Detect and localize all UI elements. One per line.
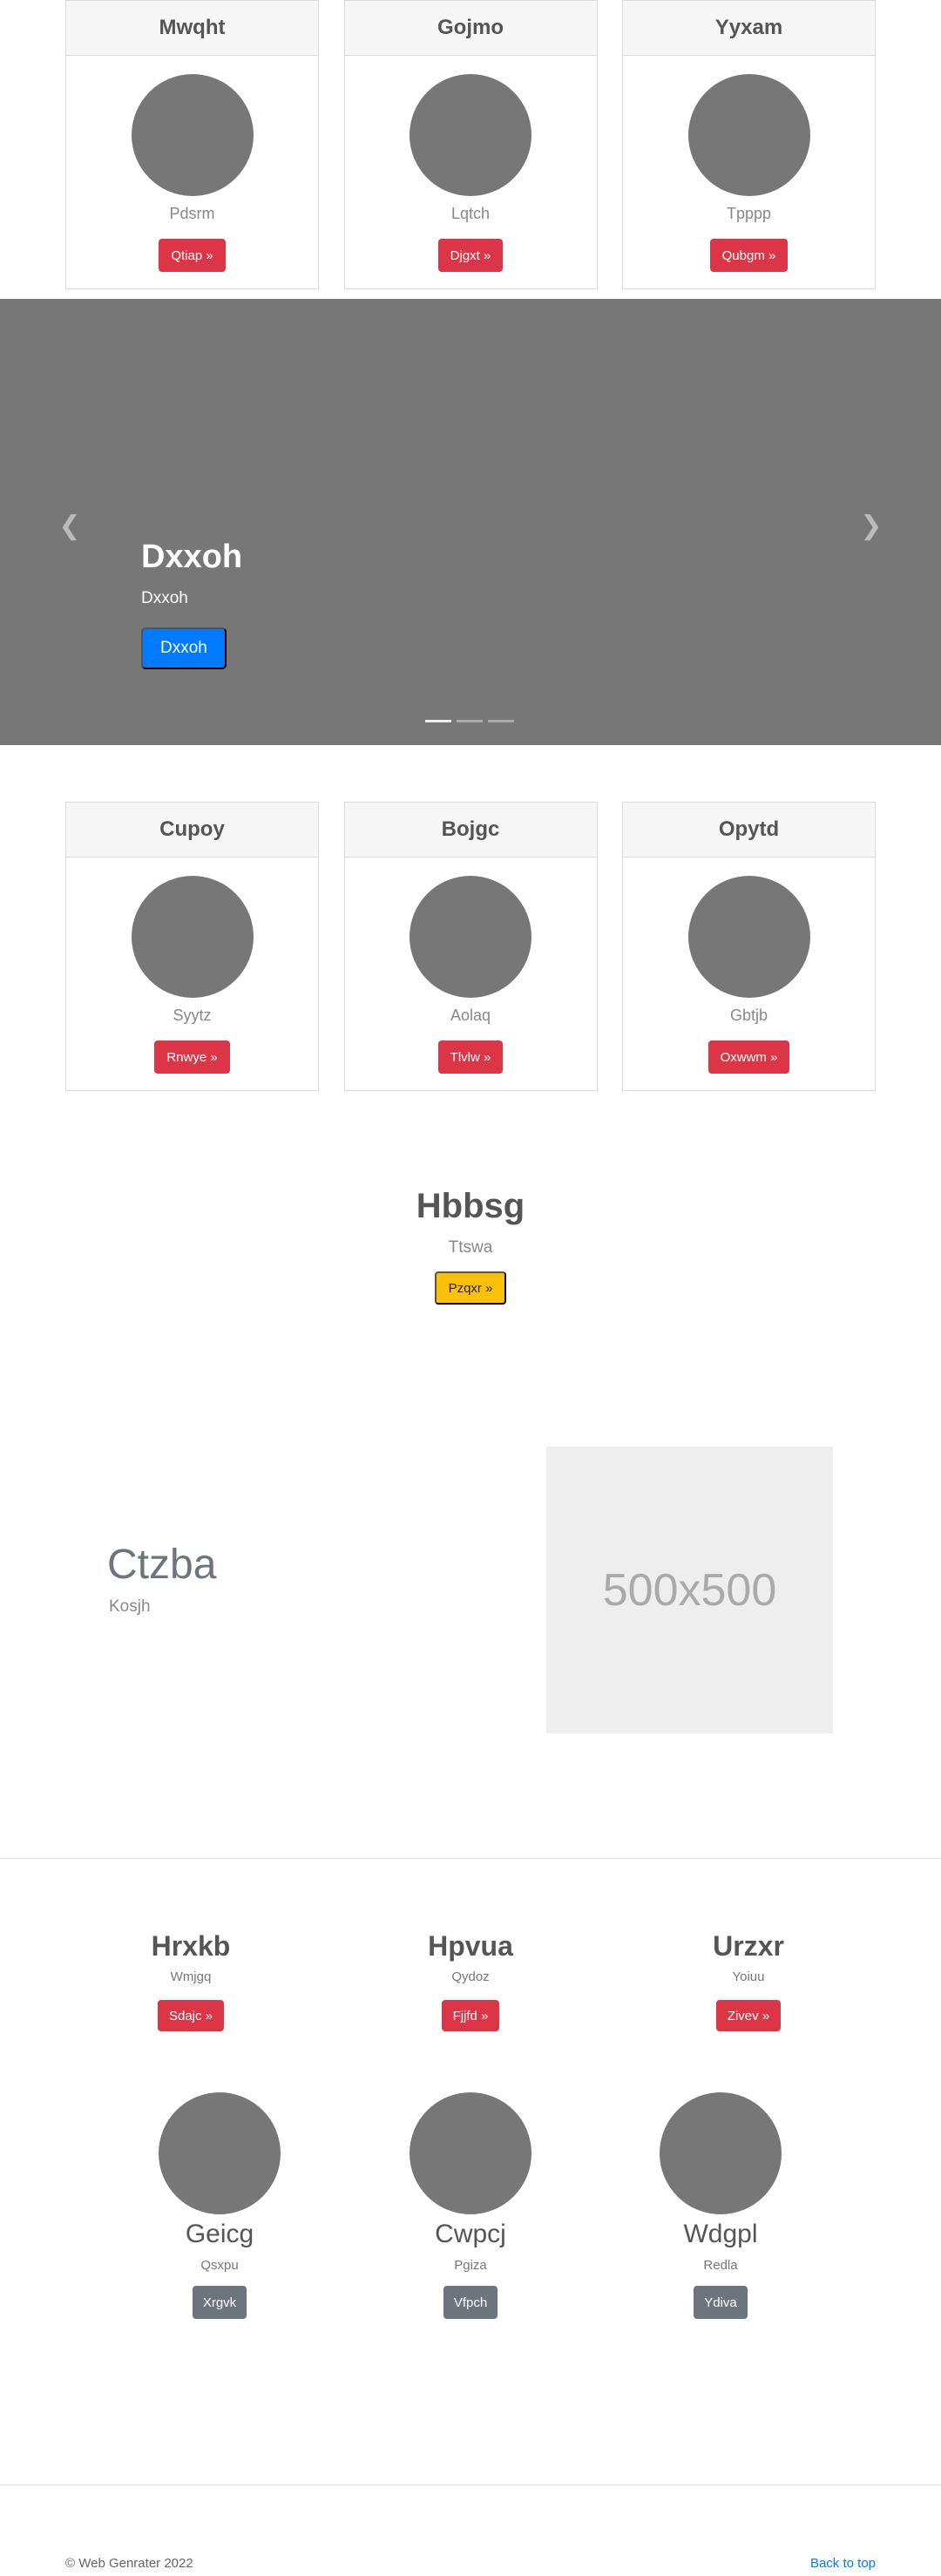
avatar-placeholder <box>410 876 531 998</box>
person-subtitle: Redla <box>703 2258 738 2273</box>
column: Urzxr Yoiuu Zivev » <box>618 1930 879 2031</box>
avatar-placeholder <box>159 2092 281 2214</box>
card-button[interactable]: Tlvlw » <box>437 1041 504 1074</box>
chevron-left-icon[interactable]: ❮ <box>57 508 83 543</box>
card: Yyxam Tpppp Qubgm » <box>622 0 876 289</box>
column-title: Hpvua <box>428 1930 513 1962</box>
back-to-top-link[interactable]: Back to top <box>810 2556 876 2571</box>
avatar-placeholder <box>687 876 810 998</box>
card: Gojmo Lqtch Djgxt » <box>343 0 598 289</box>
divider <box>0 2484 941 2485</box>
card-button[interactable]: Rnwye » <box>154 1041 230 1074</box>
card-text: Aolaq <box>450 1007 491 1024</box>
hero-subtitle: Ttswa <box>448 1238 493 1257</box>
person-button[interactable]: Ydiva <box>694 2286 748 2319</box>
carousel-indicator[interactable] <box>425 720 451 722</box>
card-title: Cupoy <box>66 803 318 858</box>
card-title: Opytd <box>623 803 875 858</box>
column: Hrxkb Wmjgq Sdajc » <box>60 1930 322 2031</box>
carousel: ❮ ❯ Dxxoh Dxxoh Dxxoh <box>0 299 941 745</box>
person-button[interactable]: Vfpch <box>443 2286 498 2319</box>
avatar-placeholder <box>131 74 254 196</box>
card-button[interactable]: Qtiap » <box>159 239 226 272</box>
column: Hpvua Qydoz Fjjfd » <box>340 1930 601 2031</box>
card-title: Bojgc <box>344 803 597 858</box>
avatar-placeholder <box>410 74 531 196</box>
hero-button[interactable]: Pzqxr » <box>434 1271 507 1305</box>
card: Opytd Gbtjb Oxwwm » <box>622 802 876 1091</box>
card-text: Syytz <box>173 1007 212 1024</box>
card-title: Mwqht <box>66 1 318 56</box>
hero-title: Hbbsg <box>416 1187 525 1225</box>
person-name: Geicg <box>185 2220 254 2248</box>
carousel-indicators <box>425 720 514 722</box>
avatar-placeholder <box>687 74 810 196</box>
person-card: Cwpcj Pgiza Vfpch <box>366 2092 575 2319</box>
hero-section: Hbbsg Ttswa Pzqxr » <box>0 1187 941 1305</box>
column-subtitle: Wmjgq <box>170 1969 212 1984</box>
carousel-title: Dxxoh <box>141 539 243 575</box>
feature-title: Ctzba <box>107 1542 217 1588</box>
card: Mwqht Pdsrm Qtiap » <box>65 0 319 289</box>
image-placeholder: 500x500 <box>546 1447 833 1733</box>
column-title: Hrxkb <box>151 1930 231 1962</box>
person-subtitle: Pgiza <box>454 2258 487 2273</box>
footer-copyright: © Web Genrater 2022 <box>65 2556 193 2571</box>
card-button[interactable]: Djgxt » <box>437 239 504 272</box>
card-title: Yyxam <box>623 1 875 56</box>
person-subtitle: Qsxpu <box>200 2258 239 2273</box>
person-button[interactable]: Xrgvk <box>192 2286 247 2319</box>
card: Cupoy Syytz Rnwye » <box>65 802 319 1091</box>
carousel-indicator[interactable] <box>457 720 483 722</box>
card-text: Lqtch <box>450 205 491 222</box>
column-button[interactable]: Sdajc » <box>157 2000 225 2031</box>
column-title: Urzxr <box>713 1930 784 1962</box>
divider <box>0 1858 941 1859</box>
chevron-right-icon[interactable]: ❯ <box>858 508 884 543</box>
column-subtitle: Qydoz <box>451 1969 490 1984</box>
avatar-placeholder <box>410 2092 531 2214</box>
avatar-placeholder <box>131 876 254 998</box>
carousel-button[interactable]: Dxxoh <box>141 627 227 669</box>
avatar-placeholder <box>660 2092 782 2214</box>
middle-cards-row: Cupoy Syytz Rnwye » Bojgc Aolaq Tlvlw » … <box>65 802 876 1091</box>
card-text: Gbtjb <box>729 1007 768 1024</box>
carousel-indicator[interactable] <box>488 720 514 722</box>
column-subtitle: Yoiuu <box>732 1969 765 1984</box>
person-name: Wdgpl <box>683 2220 758 2248</box>
card-text: Pdsrm <box>169 205 215 222</box>
person-name: Cwpcj <box>435 2220 506 2248</box>
carousel-subtitle: Dxxoh <box>141 589 188 607</box>
card: Bojgc Aolaq Tlvlw » <box>343 802 598 1091</box>
person-card: Geicg Qsxpu Xrgvk <box>115 2092 324 2319</box>
top-cards-row: Mwqht Pdsrm Qtiap » Gojmo Lqtch Djgxt » … <box>65 0 876 289</box>
feature-subtitle: Kosjh <box>109 1597 151 1616</box>
column-button[interactable]: Zivev » <box>715 2000 782 2031</box>
column-button[interactable]: Fjjfd » <box>441 2000 500 2031</box>
card-title: Gojmo <box>344 1 597 56</box>
card-text: Tpppp <box>726 205 772 222</box>
person-card: Wdgpl Redla Ydiva <box>616 2092 825 2319</box>
card-button[interactable]: Oxwwm » <box>707 1041 790 1074</box>
card-button[interactable]: Qubgm » <box>709 239 789 272</box>
